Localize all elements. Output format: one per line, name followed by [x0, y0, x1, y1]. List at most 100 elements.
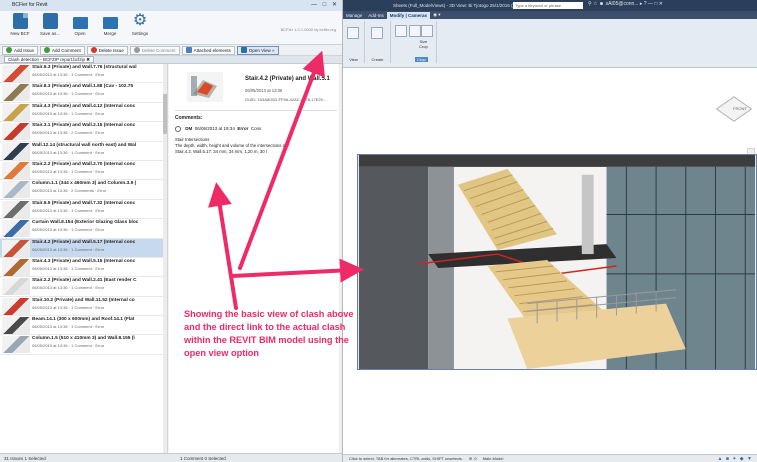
settings-label: Settings [131, 31, 149, 36]
delete-comment-button[interactable]: Delete Comment [129, 45, 180, 55]
issue-thumbnail [2, 220, 30, 238]
user-name[interactable]: sAI05@conn... [606, 1, 639, 7]
issue-thumbnail [2, 65, 30, 82]
search-input[interactable]: Type a keyword or phrase [513, 2, 583, 9]
issue-meta: 06/05/2013 at 13:36 · 1 Comment · Error [32, 285, 105, 291]
crop-region-icon[interactable] [409, 25, 421, 37]
open-view-label: Open View » [248, 47, 275, 53]
issue-meta: 06/05/2013 at 13:36 · 1 Comment · Error [32, 304, 105, 310]
add-comment-button[interactable]: Add Comment [40, 45, 85, 55]
issue-list-item[interactable]: Column.1.1 (344 x 460mm 3) and Column.3.… [0, 180, 167, 200]
issue-list-item[interactable]: Stair.4.3 (Private) and Wall.5.15 (Inter… [0, 258, 167, 278]
issue-list-item[interactable]: Stair.2.2 (Private) and Wall.2.70 (Inter… [0, 161, 167, 181]
add-icon [6, 47, 12, 53]
merge-icon [102, 17, 118, 29]
issue-list: Stair.6.3 (Private) and Wall.7.76 (struc… [0, 64, 168, 453]
open-view-button[interactable]: Open View » [236, 45, 279, 55]
model-3d-view[interactable] [357, 154, 757, 370]
ribbon-group-create: Create [365, 21, 391, 63]
revit-ribbon: View Create Size Crop Crop [343, 19, 757, 68]
tab-modify-cameras[interactable]: Modify | Cameras [386, 12, 431, 19]
issue-list-item[interactable]: Wall.12.14 (structural wall north east) … [0, 142, 167, 161]
add-comment-label: Add Comment [52, 47, 81, 53]
issue-thumbnail [2, 181, 30, 199]
issue-list-item[interactable]: Beam.14.1 (300 x 600mm) and Roof.14.1 (F… [0, 316, 167, 336]
issue-list-item[interactable]: Stair.8.3 (Private) and Wall.1.88 (Cav -… [0, 83, 167, 103]
issue-meta: 06/05/2013 at 13:36 · 1 Comment · Error [32, 265, 105, 271]
tab-manage[interactable]: Manage [343, 12, 365, 19]
issue-thumbnail [2, 317, 30, 335]
delete-icon [133, 47, 140, 53]
status-hint: Click to select, TAB for alternates, CTR… [349, 456, 463, 461]
issue-title: Beam.14.1 (300 x 600mm) and Roof.14.1 (F… [32, 317, 135, 323]
report-tab[interactable]: Clash detection - BCFZIP report.bcfzip ✖ [4, 56, 94, 63]
add-issue-button[interactable]: Add Issue [2, 45, 39, 55]
issue-meta: 06/05/2013 at 13:36 · 2 Comment · Error [32, 130, 105, 136]
create-tool-icon[interactable] [371, 27, 383, 39]
status-icons[interactable]: ▲ ■ ✦ ◆ ▼ [717, 456, 753, 462]
issue-thumbnail [2, 123, 30, 141]
group-label-crop: Crop [415, 57, 428, 62]
group-label-view: View [349, 57, 358, 62]
issue-list-item[interactable]: Stair.6.3 (Private) and Wall.7.76 (struc… [0, 64, 167, 84]
view-tool-icon[interactable] [347, 27, 359, 39]
bcfier-status-bar: 31 Issues 1 Selected 1 Comment 0 Selecte… [0, 453, 342, 462]
revit-window-title: Sheets (Full_ModelViews) - 3D View: Bi T… [393, 3, 520, 8]
attached-elements-label: Attached elements [193, 47, 231, 53]
bcfier-title-bar: BCFier for Revit — □ ✕ [0, 0, 342, 11]
comment-date: 06/06/2013 at 19:34 [194, 126, 235, 132]
issue-list-item[interactable]: Stair.4.2 (Private) and Wall.5.17 (Inter… [0, 238, 167, 258]
delete-issue-label: Delete Issue [98, 47, 124, 53]
issue-list-item[interactable]: Stair.4.3 (Private) and Wall.4.12 (Inter… [0, 103, 167, 123]
open-button[interactable]: Open [66, 13, 94, 42]
bcfier-ribbon: New BCF Save as... Open Merge ⚙ Settings… [0, 11, 342, 45]
size-crop-icon[interactable] [421, 25, 433, 37]
issue-title: Column.1.5 (510 x 410mm 3) and Wall.8.15… [32, 336, 135, 342]
revit-3d-canvas[interactable]: FRONT [343, 68, 757, 454]
revit-ribbon-tabs: Manage Add-Ins Modify | Cameras ◉ ▾ [343, 11, 757, 19]
ribbon-group-crop: Size Crop Crop [391, 21, 437, 63]
tab-panel-toggle[interactable]: ◉ ▾ [430, 11, 443, 19]
delete-issue-button[interactable]: Delete Issue [86, 45, 128, 55]
issue-list-item[interactable]: Stair.10.2 (Private) and Wall.11.52 (Int… [0, 297, 167, 317]
report-tab-bar: Clash detection - BCFZIP report.bcfzip ✖ [0, 56, 342, 64]
issue-snapshot-thumbnail[interactable] [187, 72, 223, 102]
comment-count-status: 1 Comment 0 Selected [180, 455, 226, 461]
issue-detail-pane: Stair.4.2 (Private) and Wall.5.1 06/05/2… [169, 64, 342, 453]
merge-button[interactable]: Merge [96, 13, 124, 42]
issue-meta: 06/05/2013 at 13:36 · 1 Comment · Error [32, 246, 105, 252]
issue-list-item[interactable]: Curtain Wall.8.154 (Exterior Glazing Gla… [0, 219, 167, 239]
bcfier-toolbar: Add Issue Add Comment Delete Issue Delet… [0, 45, 342, 56]
issue-list-item[interactable]: Stair.6.5 (Private) and Wall.7.32 (Inter… [0, 200, 167, 220]
settings-button[interactable]: ⚙ Settings [126, 13, 154, 42]
viewcube-label[interactable]: FRONT [733, 106, 747, 111]
issue-thumbnail [2, 142, 30, 160]
expand-comment-icon[interactable] [175, 126, 181, 132]
status-model[interactable]: Main Model [483, 456, 504, 461]
issue-list-item[interactable]: Stair.3.1 (Private) and Wall.2.15 (Inter… [0, 122, 167, 142]
issue-meta: 06/05/2013 at 13:36 · 1 Comment · Error [32, 72, 105, 77]
crop-view-icon[interactable] [395, 25, 407, 37]
attached-elements-button[interactable]: Attached elements [181, 45, 235, 55]
comment-status: Error [237, 126, 249, 132]
issue-thumbnail [2, 200, 30, 218]
issue-meta: 06/05/2013 at 13:36 · 1 Comment · Error [32, 149, 105, 155]
issue-detail-date: 06/05/2013 at 13:36 [245, 88, 283, 93]
window-controls[interactable]: — □ ✕ [311, 1, 339, 8]
size-crop-label[interactable]: Size Crop [419, 39, 428, 49]
save-as-button[interactable]: Save as... [36, 13, 64, 42]
new-bcf-button[interactable]: New BCF [6, 13, 34, 42]
revit-infocenter[interactable]: ⚲ ☆ ☻ sAI05@conn... ▸ ? — □ ✕ [588, 1, 663, 7]
annotation-caption: Showing the basic view of clash above an… [184, 309, 354, 358]
issue-list-item[interactable]: Stair.2.2 (Private) and Wall.2.41 (East … [0, 277, 167, 297]
issue-title: Stair.6.3 (Private) and Wall.7.76 (struc… [32, 65, 137, 70]
issue-thumbnail [2, 239, 30, 257]
issue-title: Stair.2.2 (Private) and Wall.2.41 (East … [32, 278, 137, 284]
tab-add-ins[interactable]: Add-Ins [365, 12, 387, 19]
issue-list-item[interactable]: Column.1.5 (510 x 410mm 3) and Wall.8.15… [0, 335, 167, 355]
issue-list-scrollbar[interactable] [163, 64, 167, 453]
comment-header[interactable]: DM 06/06/2013 at 19:34 Error Cons [175, 126, 261, 132]
comment-extra: Cons [250, 126, 262, 132]
issue-meta: 06/05/2013 at 13:36 · 2 Comments · Error [32, 188, 107, 194]
delete-comment-label: Delete Comment [141, 47, 176, 53]
